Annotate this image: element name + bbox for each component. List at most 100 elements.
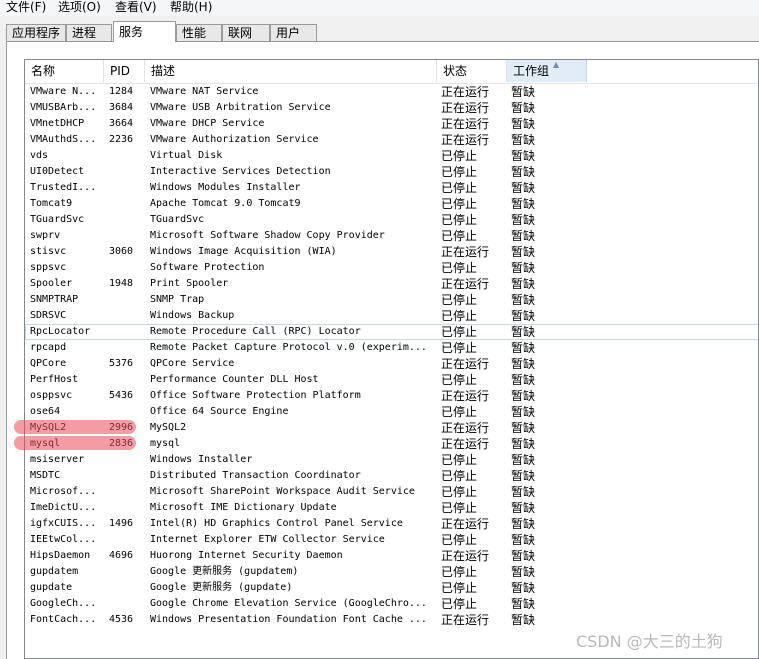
menu-view[interactable]: 查看(V) bbox=[115, 0, 157, 16]
service-description: QPCore Service bbox=[150, 358, 235, 369]
menu-options[interactable]: 选项(O) bbox=[58, 0, 101, 16]
table-row[interactable]: VMware N... 1284 VMware NAT Service 正在运行 暂缺 bbox=[25, 84, 758, 100]
table-row[interactable]: gupdatem Google 更新服务 (gupdatem) 已停止 暂缺 bbox=[25, 564, 758, 580]
service-group: 暂缺 bbox=[511, 213, 536, 227]
column-header-status[interactable]: 状态 bbox=[437, 60, 507, 82]
service-description: MySQL2 bbox=[150, 422, 187, 433]
service-status: 正在运行 bbox=[441, 549, 490, 563]
service-description: TGuardSvc bbox=[150, 214, 205, 225]
service-status: 已停止 bbox=[441, 405, 478, 419]
service-description: Office Software Protection Platform bbox=[150, 390, 361, 401]
table-row[interactable]: RpcLocator Remote Procedure Call (RPC) Lo… bbox=[25, 324, 758, 340]
service-group: 暂缺 bbox=[511, 437, 536, 451]
tab-performance[interactable]: 性能 bbox=[176, 24, 222, 41]
service-pid bbox=[109, 500, 145, 516]
service-group: 暂缺 bbox=[511, 341, 536, 355]
table-row[interactable]: rpcapd Remote Packet Capture Protocol v.0… bbox=[25, 340, 758, 356]
table-row[interactable]: QPCore 5376 QPCore Service 正在运行 暂缺 bbox=[25, 356, 758, 372]
table-row[interactable]: osppsvc 5436 Office Software Protection Pl… bbox=[25, 388, 758, 404]
service-description: Windows Backup bbox=[150, 310, 235, 321]
service-status: 正在运行 bbox=[441, 421, 490, 435]
table-row[interactable]: SNMPTRAP SNMP Trap 已停止 暂缺 bbox=[25, 292, 758, 308]
service-group: 暂缺 bbox=[511, 453, 536, 467]
service-description: Distributed Transaction Coordinator bbox=[150, 470, 361, 481]
service-status: 已停止 bbox=[441, 453, 478, 467]
tab-applications[interactable]: 应用程序 bbox=[6, 24, 66, 41]
service-group: 暂缺 bbox=[511, 245, 536, 259]
service-name: rpcapd bbox=[30, 342, 67, 353]
table-row[interactable]: VMUSBArb... 3684 VMware USB Arbitration Se… bbox=[25, 100, 758, 116]
service-name: igfxCUIS... bbox=[30, 518, 97, 529]
service-name: IEEtwCol... bbox=[30, 534, 97, 545]
service-description: Apache Tomcat 9.0 Tomcat9 bbox=[150, 198, 301, 209]
service-name: gupdatem bbox=[30, 566, 79, 577]
service-group: 暂缺 bbox=[511, 405, 536, 419]
table-row[interactable]: Tomcat9 Apache Tomcat 9.0 Tomcat9 已停止 暂缺 bbox=[25, 196, 758, 212]
tab-networking[interactable]: 联网 bbox=[222, 24, 270, 41]
service-pid bbox=[109, 324, 145, 340]
tab-processes[interactable]: 进程 bbox=[66, 24, 112, 41]
table-row[interactable]: igfxCUIS... 1496 Intel(R) HD Graphics Cont… bbox=[25, 516, 758, 532]
service-status: 已停止 bbox=[441, 197, 478, 211]
service-pid: 2236 bbox=[109, 134, 134, 145]
table-row[interactable]: gupdate Google 更新服务 (gupdate) 已停止 暂缺 bbox=[25, 580, 758, 596]
table-row[interactable]: ImeDictU... Microsoft IME Dictionary Upda… bbox=[25, 500, 758, 516]
services-list[interactable]: 名称 PID 描述 状态 工作组 ▲ VMware N... 1284 VMware… bbox=[24, 59, 759, 659]
table-row[interactable]: VMnetDHCP 3664 VMware DHCP Service 正在运行 暂缺 bbox=[25, 116, 758, 132]
service-status: 正在运行 bbox=[441, 133, 490, 147]
table-row[interactable]: IEEtwCol... Internet Explorer ETW Collect… bbox=[25, 532, 758, 548]
table-row[interactable]: stisvc 3060 Windows Image Acquisition (WIA… bbox=[25, 244, 758, 260]
column-header-pid[interactable]: PID bbox=[104, 60, 145, 82]
menu-file[interactable]: 文件(F) bbox=[6, 0, 46, 16]
service-description: Software Protection bbox=[150, 262, 265, 273]
table-row[interactable]: FontCach... 4536 Windows Presentation Foun… bbox=[25, 612, 758, 628]
table-row[interactable]: msiserver Windows Installer 已停止 暂缺 bbox=[25, 452, 758, 468]
table-row[interactable]: Microsof... Microsoft SharePoint Workspac… bbox=[25, 484, 758, 500]
tab-users[interactable]: 用户 bbox=[270, 24, 317, 41]
table-row[interactable]: vds Virtual Disk 已停止 暂缺 bbox=[25, 148, 758, 164]
table-row[interactable]: TGuardSvc TGuardSvc 已停止 暂缺 bbox=[25, 212, 758, 228]
service-pid: 3664 bbox=[109, 118, 134, 129]
column-header-group-label: 工作组 bbox=[513, 64, 550, 78]
service-name: VMAuthdS... bbox=[30, 134, 97, 145]
table-row[interactable]: TrustedI... Windows Modules Installer 已停止 暂… bbox=[25, 180, 758, 196]
service-status: 正在运行 bbox=[441, 517, 490, 531]
service-pid bbox=[109, 180, 145, 196]
tab-strip: 应用程序 进程 服务 性能 联网 用户 bbox=[0, 16, 759, 42]
table-row[interactable]: ose64 Office 64 Source Engine 已停止 暂缺 bbox=[25, 404, 758, 420]
service-description: Google 更新服务 (gupdate) bbox=[150, 582, 293, 593]
service-status: 正在运行 bbox=[441, 357, 490, 371]
tab-services[interactable]: 服务 bbox=[113, 21, 176, 42]
service-name: msiserver bbox=[30, 454, 85, 465]
table-row[interactable]: MSDTC Distributed Transaction Coordinator… bbox=[25, 468, 758, 484]
table-row[interactable]: UI0Detect Interactive Services Detection 已… bbox=[25, 164, 758, 180]
service-pid bbox=[109, 404, 145, 420]
column-header-description[interactable]: 描述 bbox=[145, 60, 437, 82]
service-status: 已停止 bbox=[441, 533, 478, 547]
service-name: VMware N... bbox=[30, 86, 97, 97]
menu-help[interactable]: 帮助(H) bbox=[170, 0, 212, 16]
table-row[interactable]: VMAuthdS... 2236 VMware Authorization Serv… bbox=[25, 132, 758, 148]
column-header-group[interactable]: 工作组 ▲ bbox=[507, 60, 587, 82]
service-pid bbox=[109, 260, 145, 276]
service-group: 暂缺 bbox=[511, 501, 536, 515]
service-status: 已停止 bbox=[441, 565, 478, 579]
service-description: Microsoft Software Shadow Copy Provider bbox=[150, 230, 385, 241]
table-row[interactable]: sppsvc Software Protection 已停止 暂缺 bbox=[25, 260, 758, 276]
table-row[interactable]: Spooler 1948 Print Spooler 正在运行 暂缺 bbox=[25, 276, 758, 292]
table-row[interactable]: SDRSVC Windows Backup 已停止 暂缺 bbox=[25, 308, 758, 324]
service-group: 暂缺 bbox=[511, 293, 536, 307]
service-pid bbox=[109, 228, 145, 244]
table-row[interactable]: GoogleCh... Google Chrome Elevation Servi… bbox=[25, 596, 758, 612]
column-header-name[interactable]: 名称 bbox=[25, 60, 104, 82]
service-pid: 5436 bbox=[109, 390, 134, 401]
service-name: MSDTC bbox=[30, 470, 61, 481]
service-name: Microsof... bbox=[30, 486, 97, 497]
service-status: 已停止 bbox=[441, 469, 478, 483]
service-name: ose64 bbox=[30, 406, 61, 417]
service-description: Microsoft IME Dictionary Update bbox=[150, 502, 337, 513]
table-row[interactable]: HipsDaemon 4696 Huorong Internet Security … bbox=[25, 548, 758, 564]
service-name: osppsvc bbox=[30, 390, 73, 401]
table-row[interactable]: swprv Microsoft Software Shadow Copy Prov… bbox=[25, 228, 758, 244]
table-row[interactable]: PerfHost Performance Counter DLL Host 已停止 暂… bbox=[25, 372, 758, 388]
